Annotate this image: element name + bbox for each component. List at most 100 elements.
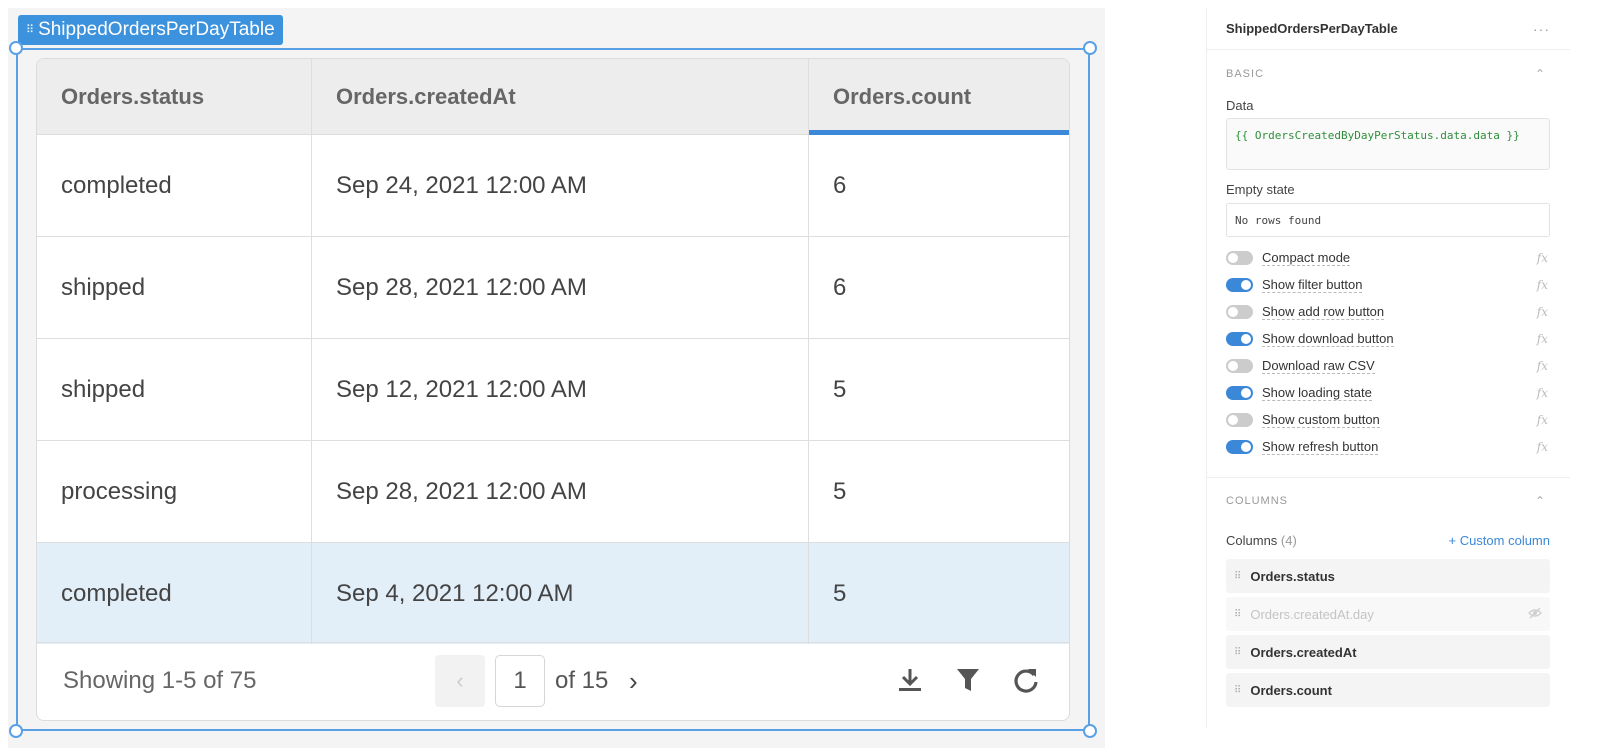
fx-icon[interactable]: fx xyxy=(1537,251,1548,265)
column-item[interactable]: ⠿ Orders.status xyxy=(1226,559,1550,593)
column-item[interactable]: ⠿ Orders.count xyxy=(1226,673,1550,707)
cell-status: processing xyxy=(37,441,312,542)
cell-created-at: Sep 12, 2021 12:00 AM xyxy=(312,339,809,440)
data-label: Data xyxy=(1226,97,1254,113)
toggle-label: Compact mode xyxy=(1262,250,1351,266)
resize-handle-top-right[interactable] xyxy=(1083,41,1097,55)
toggle-switch[interactable] xyxy=(1226,250,1253,265)
eye-off-icon[interactable] xyxy=(1528,607,1542,622)
data-table: Orders.status Orders.createdAt Orders.co… xyxy=(37,59,1069,644)
toggle-label: Show custom button xyxy=(1262,412,1380,428)
toggle-show-custom-button[interactable]: Show custom button fx xyxy=(1207,406,1570,433)
column-header-count[interactable]: Orders.count xyxy=(809,59,1069,135)
table-row[interactable]: completed Sep 24, 2021 12:00 AM 6 xyxy=(37,135,1069,237)
toggle-compact-mode[interactable]: Compact mode fx xyxy=(1207,244,1570,271)
table-row[interactable]: shipped Sep 28, 2021 12:00 AM 6 xyxy=(37,237,1069,339)
toggle-label: Show add row button xyxy=(1262,304,1385,320)
cell-count: 5 xyxy=(833,375,847,403)
data-code-input[interactable]: {{ OrdersCreatedByDayPerStatus.data.data… xyxy=(1226,118,1550,170)
previous-page-button[interactable]: ‹ xyxy=(435,655,485,707)
column-item[interactable]: ⠿ Orders.createdAt xyxy=(1226,635,1550,669)
cell-status: shipped xyxy=(37,237,312,338)
chevron-up-icon: ⌃ xyxy=(1534,494,1546,508)
more-options-icon[interactable]: ··· xyxy=(1533,21,1550,37)
toggle-switch[interactable] xyxy=(1226,385,1253,400)
download-button[interactable] xyxy=(895,665,925,695)
fx-icon[interactable]: fx xyxy=(1537,278,1548,292)
table-actions xyxy=(895,665,1041,695)
drag-handle-icon[interactable]: ⠿ xyxy=(1234,609,1241,620)
toggle-show-download-button[interactable]: Show download button fx xyxy=(1207,325,1570,352)
toggle-show-refresh-button[interactable]: Show refresh button fx xyxy=(1207,433,1570,460)
basic-section-header[interactable]: BASIC ⌃ xyxy=(1207,54,1570,94)
table-row-selected[interactable]: completed Sep 4, 2021 12:00 AM 5 xyxy=(37,543,1069,644)
refresh-button[interactable] xyxy=(1011,665,1041,695)
column-item-hidden[interactable]: ⠿ Orders.createdAt.day xyxy=(1226,597,1550,631)
component-name-tag[interactable]: ⠿ ShippedOrdersPerDayTable xyxy=(18,15,283,45)
resize-handle-top-left[interactable] xyxy=(9,41,23,55)
fx-icon[interactable]: fx xyxy=(1537,359,1548,373)
fx-icon[interactable]: fx xyxy=(1537,440,1548,454)
empty-state-input[interactable]: No rows found xyxy=(1226,203,1550,237)
drag-grip-icon[interactable]: ⠿ xyxy=(26,15,34,45)
next-page-button[interactable]: › xyxy=(618,655,648,707)
cell-count: 6 xyxy=(833,171,847,199)
fx-icon[interactable]: fx xyxy=(1537,332,1548,346)
column-header-created-at[interactable]: Orders.createdAt xyxy=(312,59,809,134)
toggle-switch[interactable] xyxy=(1226,358,1253,373)
add-custom-column-button[interactable]: + Custom column xyxy=(1448,533,1550,548)
toggle-label: Download raw CSV xyxy=(1262,358,1375,374)
toggle-switch[interactable] xyxy=(1226,412,1253,427)
section-divider xyxy=(1207,477,1570,478)
columns-count: (4) xyxy=(1280,532,1297,548)
cell-created-at: Sep 28, 2021 12:00 AM xyxy=(312,441,809,542)
toggle-show-loading-state[interactable]: Show loading state fx xyxy=(1207,379,1570,406)
toggle-switch[interactable] xyxy=(1226,439,1253,454)
column-name: Orders.createdAt.day xyxy=(1250,606,1374,622)
columns-section-header[interactable]: COLUMNS ⌃ xyxy=(1207,481,1570,521)
toggle-show-filter-button[interactable]: Show filter button fx xyxy=(1207,271,1570,298)
pagination: ‹ 1 of 15 › xyxy=(435,655,648,707)
chevron-right-icon: › xyxy=(629,665,638,696)
toggle-switch[interactable] xyxy=(1226,277,1253,292)
columns-list-header: Columns (4) + Custom column xyxy=(1207,525,1570,555)
chevron-up-icon: ⌃ xyxy=(1534,67,1546,81)
columns-label: Columns xyxy=(1226,532,1278,548)
toggle-switch[interactable] xyxy=(1226,331,1253,346)
fx-icon[interactable]: fx xyxy=(1537,305,1548,319)
toggle-switch[interactable] xyxy=(1226,304,1253,319)
download-icon xyxy=(899,669,921,691)
page-number-input[interactable]: 1 xyxy=(495,655,545,707)
column-name: Orders.status xyxy=(1250,568,1335,584)
filter-icon xyxy=(957,669,979,691)
toggle-list: Compact mode fx Show filter button fx Sh… xyxy=(1207,244,1570,460)
drag-handle-icon[interactable]: ⠿ xyxy=(1234,571,1241,582)
fx-icon[interactable]: fx xyxy=(1537,413,1548,427)
drag-handle-icon[interactable]: ⠿ xyxy=(1234,685,1241,696)
table-header-row: Orders.status Orders.createdAt Orders.co… xyxy=(37,59,1069,135)
columns-section-title: COLUMNS xyxy=(1226,495,1289,507)
inspector-title[interactable]: ShippedOrdersPerDayTable xyxy=(1226,21,1398,36)
drag-handle-icon[interactable]: ⠿ xyxy=(1234,647,1241,658)
column-name: Orders.count xyxy=(1250,682,1332,698)
toggle-label: Show refresh button xyxy=(1262,439,1379,455)
fx-icon[interactable]: fx xyxy=(1537,386,1548,400)
empty-state-label: Empty state xyxy=(1226,181,1295,197)
column-name: Orders.createdAt xyxy=(1250,644,1357,660)
table-component: Orders.status Orders.createdAt Orders.co… xyxy=(36,58,1070,721)
toggle-label: Show download button xyxy=(1262,331,1394,347)
total-pages-label: of 15 xyxy=(555,667,609,694)
toggle-show-add-row-button[interactable]: Show add row button fx xyxy=(1207,298,1570,325)
table-row[interactable]: shipped Sep 12, 2021 12:00 AM 5 xyxy=(37,339,1069,441)
cell-created-at: Sep 4, 2021 12:00 AM xyxy=(312,543,809,644)
resize-handle-bottom-left[interactable] xyxy=(9,724,23,738)
component-name: ShippedOrdersPerDayTable xyxy=(38,19,275,40)
table-row[interactable]: processing Sep 28, 2021 12:00 AM 5 xyxy=(37,441,1069,543)
column-header-status[interactable]: Orders.status xyxy=(37,59,312,134)
filter-button[interactable] xyxy=(953,665,983,695)
toggle-label: Show loading state xyxy=(1262,385,1372,401)
resize-handle-bottom-right[interactable] xyxy=(1083,724,1097,738)
toggle-download-raw-csv[interactable]: Download raw CSV fx xyxy=(1207,352,1570,379)
inspector-header: ShippedOrdersPerDayTable ··· xyxy=(1207,8,1570,50)
cell-created-at: Sep 24, 2021 12:00 AM xyxy=(312,135,809,236)
